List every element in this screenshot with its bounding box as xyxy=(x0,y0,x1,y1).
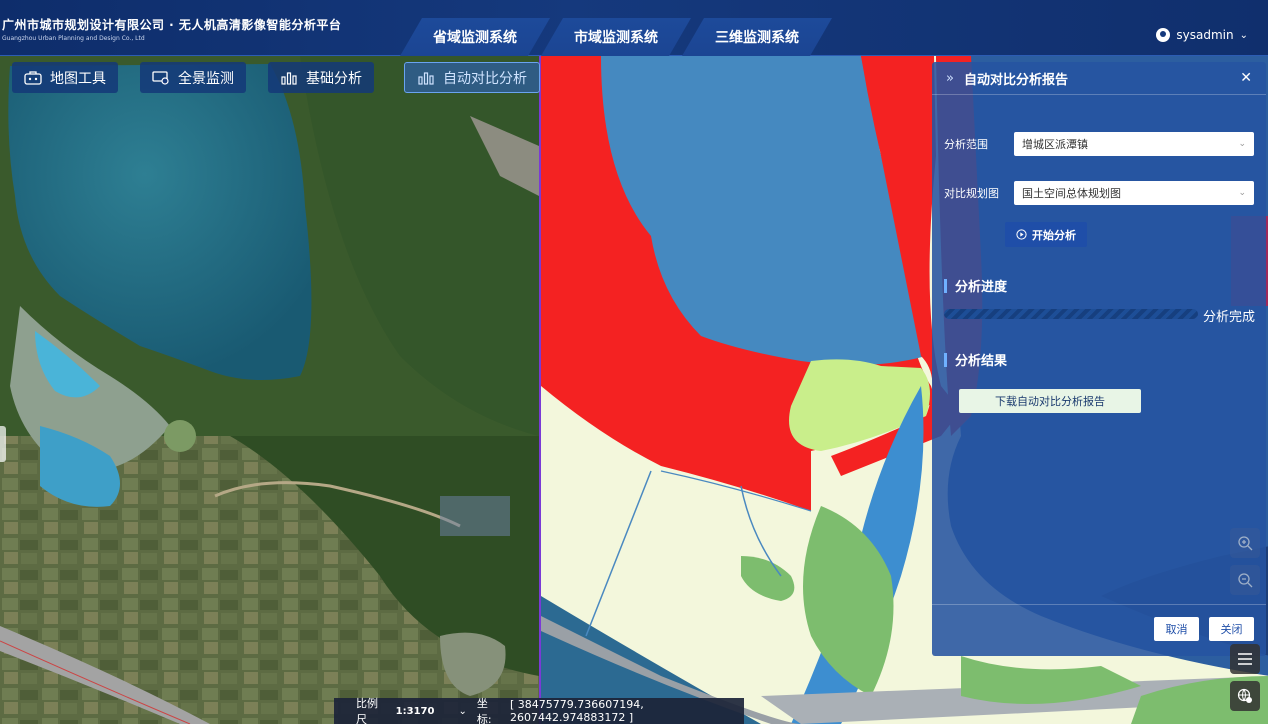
coord-value: [ 38475779.736607194, 2607442.974883172 … xyxy=(509,698,644,724)
tool-panorama-monitor[interactable]: 全景监测 xyxy=(140,62,246,93)
user-menu[interactable]: sysadmin ⌄ xyxy=(1156,28,1248,42)
tool-label: 自动对比分析 xyxy=(443,70,527,87)
section-accent xyxy=(944,352,947,367)
user-name: sysadmin xyxy=(1176,28,1234,42)
panorama-monitor-icon xyxy=(152,70,169,85)
aerial-image-map[interactable] xyxy=(0,56,539,724)
progress-status: 分析完成 xyxy=(1203,310,1256,325)
start-analysis-button[interactable]: 开始分析 xyxy=(1005,222,1087,247)
tool-label: 地图工具 xyxy=(50,70,106,87)
app-title: 广州市城市规划设计有限公司 · 无人机高清影像智能分析平台 xyxy=(2,18,342,32)
globe-settings-icon xyxy=(1237,688,1252,703)
close-icon[interactable]: ✕ xyxy=(1240,70,1252,86)
close-button[interactable]: 关闭 xyxy=(1209,617,1254,641)
plan-value: 国土空间总体规划图 xyxy=(1022,187,1121,200)
scale-value: 1:3170 xyxy=(395,705,435,717)
panel-footer: 取消 关闭 xyxy=(932,604,1266,656)
zoom-in-icon xyxy=(1238,536,1253,551)
double-chevron-right-icon[interactable]: » xyxy=(946,71,954,86)
section-accent xyxy=(944,278,947,293)
tab-3d-monitor[interactable]: 三维监测系统 xyxy=(682,18,832,56)
aerial-imagery xyxy=(0,56,539,724)
brand: 广州市城市规划设计有限公司 · 无人机高清影像智能分析平台 Guangzhou … xyxy=(2,16,341,42)
tab-province-monitor[interactable]: 省域监测系统 xyxy=(400,18,550,56)
start-analysis-label: 开始分析 xyxy=(1032,228,1076,242)
scale-dropdown-chevron-icon[interactable]: ⌄ xyxy=(458,706,466,717)
zoom-in-button[interactable] xyxy=(1230,528,1260,558)
panel-header: » 自动对比分析报告 ✕ xyxy=(932,62,1266,95)
tab-city-monitor[interactable]: 市域监测系统 xyxy=(541,18,691,56)
plan-select[interactable]: 国土空间总体规划图 ⌄ xyxy=(1014,181,1254,205)
status-bar: 比例尺 1:3170 ⌄ 坐标: [ 38475779.736607194, 2… xyxy=(334,697,744,724)
chevron-down-icon: ⌄ xyxy=(1238,188,1246,198)
result-section-title: 分析结果 xyxy=(944,350,1007,369)
range-select[interactable]: 增城区派潭镇 ⌄ xyxy=(1014,132,1254,156)
zoom-out-icon xyxy=(1238,573,1253,588)
bar-chart-icon xyxy=(418,71,434,85)
left-panel-handle[interactable] xyxy=(0,426,6,462)
tool-auto-compare[interactable]: 自动对比分析 xyxy=(404,62,540,93)
layer-list-button[interactable] xyxy=(1230,644,1260,674)
cancel-button[interactable]: 取消 xyxy=(1154,617,1199,641)
download-report-button[interactable]: 下载自动对比分析报告 xyxy=(959,389,1141,413)
range-row: 分析范围 增城区派潭镇 ⌄ xyxy=(944,132,1254,156)
tool-label: 全景监测 xyxy=(178,70,234,87)
play-circle-icon xyxy=(1016,229,1027,240)
zoom-out-button[interactable] xyxy=(1230,565,1260,595)
tool-label: 基础分析 xyxy=(306,70,362,87)
app-subtitle: Guangzhou Urban Planning and Design Co.,… xyxy=(2,35,145,42)
chevron-down-icon: ⌄ xyxy=(1238,139,1246,149)
range-value: 增城区派潭镇 xyxy=(1022,138,1088,151)
plan-label: 对比规划图 xyxy=(944,187,999,200)
bar-chart-icon xyxy=(281,71,297,85)
progress-section-title: 分析进度 xyxy=(944,276,1007,295)
analysis-progress-bar xyxy=(944,309,1198,319)
tool-map-tools[interactable]: 地图工具 xyxy=(12,62,118,93)
coord-label: 坐标: xyxy=(476,697,492,724)
basemap-switch-button[interactable] xyxy=(1230,681,1260,711)
auto-compare-panel: » 自动对比分析报告 ✕ 分析范围 增城区派潭镇 ⌄ 对比规划图 国土空间总体规… xyxy=(932,62,1266,656)
chevron-down-icon: ⌄ xyxy=(1239,29,1248,41)
user-circle-icon xyxy=(1156,28,1171,42)
list-icon xyxy=(1238,653,1252,665)
range-label: 分析范围 xyxy=(944,138,988,151)
tool-basic-analysis[interactable]: 基础分析 xyxy=(268,62,374,93)
toolbox-icon xyxy=(24,70,42,85)
top-header: 广州市城市规划设计有限公司 · 无人机高清影像智能分析平台 Guangzhou … xyxy=(0,0,1268,56)
panel-title: 自动对比分析报告 xyxy=(963,72,1068,88)
scale-label: 比例尺 xyxy=(356,697,378,724)
plan-row: 对比规划图 国土空间总体规划图 ⌄ xyxy=(944,181,1254,205)
